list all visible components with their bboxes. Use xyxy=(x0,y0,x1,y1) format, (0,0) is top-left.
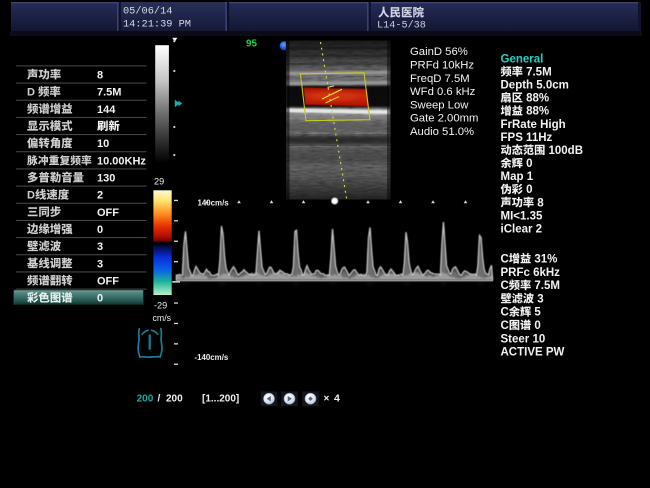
svg-text:OFF: OFF xyxy=(97,276,119,288)
svg-text:3: 3 xyxy=(97,258,103,270)
svg-text:Depth 5.0cm: Depth 5.0cm xyxy=(501,80,569,92)
svg-text:144: 144 xyxy=(97,104,116,116)
svg-text:88%: 88% xyxy=(526,93,549,105)
svg-text:PRFc 6kHz: PRFc 6kHz xyxy=(501,267,561,279)
svg-text:130: 130 xyxy=(97,173,115,185)
svg-text:100dB: 100dB xyxy=(549,145,584,157)
svg-text:Sweep Low: Sweep Low xyxy=(410,99,469,111)
svg-text:FreqD 7.5M: FreqD 7.5M xyxy=(410,73,470,85)
svg-text:Steer 10: Steer 10 xyxy=(501,333,546,345)
svg-text:4: 4 xyxy=(334,393,340,405)
svg-text:0: 0 xyxy=(526,184,532,196)
svg-text:OFF: OFF xyxy=(97,207,119,219)
svg-text:3: 3 xyxy=(537,293,543,305)
svg-text:7.5M: 7.5M xyxy=(534,280,560,292)
svg-text:2: 2 xyxy=(97,190,103,202)
svg-text:7.5M: 7.5M xyxy=(97,87,121,99)
svg-text:GainD 56%: GainD 56% xyxy=(410,46,468,58)
svg-text:C: C xyxy=(501,280,509,292)
svg-text:10.00KHz: 10.00KHz xyxy=(97,155,146,167)
svg-text:10: 10 xyxy=(97,138,109,150)
svg-text:C: C xyxy=(501,307,509,319)
svg-text:General: General xyxy=(501,53,544,65)
svg-text:31%: 31% xyxy=(534,254,557,266)
svg-text:0: 0 xyxy=(97,224,103,236)
svg-text:/: / xyxy=(158,394,161,405)
svg-text:iClear 2: iClear 2 xyxy=(501,223,543,235)
svg-text:0: 0 xyxy=(526,158,532,170)
svg-text:8: 8 xyxy=(537,197,544,209)
svg-text:MI<1.35: MI<1.35 xyxy=(501,210,543,222)
svg-text:05/06/14: 05/06/14 xyxy=(123,6,172,18)
svg-text:29: 29 xyxy=(154,176,164,186)
svg-text:C: C xyxy=(501,320,509,332)
svg-text:200: 200 xyxy=(137,394,154,405)
svg-text:Gate 2.00mm: Gate 2.00mm xyxy=(410,113,478,125)
svg-text:WFd 0.6 kHz: WFd 0.6 kHz xyxy=(410,86,476,98)
svg-text:8: 8 xyxy=(97,69,103,81)
svg-text:×: × xyxy=(324,394,330,405)
svg-text:Audio 51.0%: Audio 51.0% xyxy=(410,126,474,138)
svg-text:95: 95 xyxy=(246,38,257,49)
svg-text:ACTIVE PW: ACTIVE PW xyxy=(501,347,565,359)
svg-text:-29: -29 xyxy=(154,301,167,311)
svg-text:7.5M: 7.5M xyxy=(526,67,552,79)
svg-text:200: 200 xyxy=(166,394,183,405)
svg-text:L14-5/38: L14-5/38 xyxy=(377,20,426,32)
svg-text:88%: 88% xyxy=(526,106,549,118)
svg-text:D: D xyxy=(27,190,35,202)
svg-text:cm/s: cm/s xyxy=(153,313,172,323)
svg-text:FPS 11Hz: FPS 11Hz xyxy=(501,132,553,144)
svg-text:[1...200]: [1...200] xyxy=(202,394,239,405)
svg-text:PRFd 10kHz: PRFd 10kHz xyxy=(410,60,474,72)
svg-text:C: C xyxy=(501,254,509,266)
svg-text:Map 1: Map 1 xyxy=(501,171,534,183)
svg-text:14:21:39 PM: 14:21:39 PM xyxy=(123,19,191,31)
svg-text:3: 3 xyxy=(97,241,103,253)
svg-text:140cm/s: 140cm/s xyxy=(198,198,230,207)
svg-text:-140cm/s: -140cm/s xyxy=(195,353,229,362)
svg-text:0: 0 xyxy=(534,320,540,332)
svg-text:FrRate High: FrRate High xyxy=(501,119,566,131)
svg-text:5: 5 xyxy=(534,307,541,319)
svg-text:D: D xyxy=(27,87,35,99)
svg-text:0: 0 xyxy=(97,293,103,305)
